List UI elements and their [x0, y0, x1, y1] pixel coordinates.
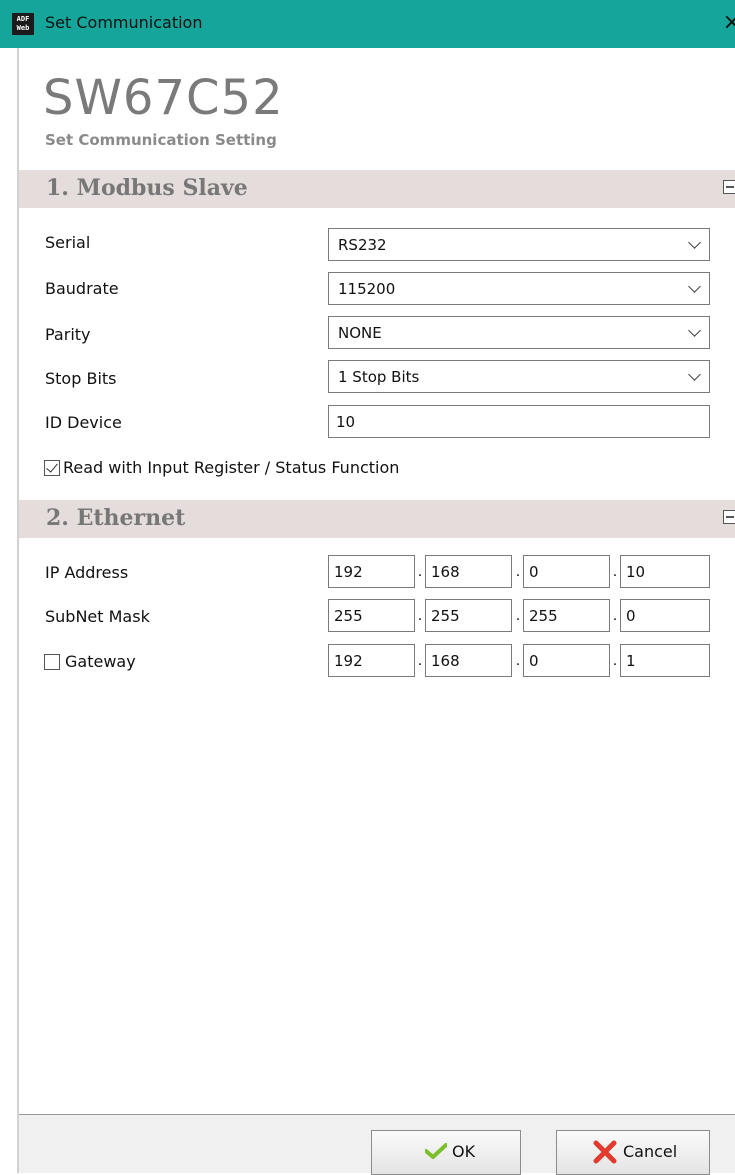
dialog-body: SW67C52 Set Communication Setting 1. Mod… — [17, 48, 735, 1175]
app-icon: ADF Web — [12, 13, 34, 35]
subnet-octet-3-value: 255 — [529, 607, 558, 625]
subnet-octet-2[interactable]: 255 — [425, 599, 512, 632]
gateway-dot-2: . — [515, 652, 521, 669]
id-device-label: ID Device — [45, 413, 122, 432]
subnet-dot-2: . — [515, 607, 521, 624]
subnet-octet-1[interactable]: 255 — [328, 599, 415, 632]
parity-label: Parity — [45, 325, 91, 344]
ip-octet-3[interactable]: 0 — [523, 555, 610, 588]
dialog-footer: OK Cancel — [19, 1114, 735, 1175]
product-title: SW67C52 — [43, 70, 284, 126]
subnet-label: SubNet Mask — [45, 607, 150, 626]
subnet-dot-1: . — [417, 607, 423, 624]
gateway-dot-3: . — [612, 652, 618, 669]
ip-dot-2: . — [515, 563, 521, 580]
section-ethernet-body: IP Address 192 . 168 . 0 . 10 SubNet Mas… — [19, 538, 735, 693]
close-icon[interactable]: × — [723, 10, 735, 35]
gateway-octet-1[interactable]: 192 — [328, 644, 415, 677]
id-device-input[interactable]: 10 — [328, 405, 710, 438]
ok-label: OK — [452, 1142, 476, 1161]
checkmark-icon — [425, 1143, 447, 1159]
baudrate-label: Baudrate — [45, 279, 119, 298]
subnet-octet-3[interactable]: 255 — [523, 599, 610, 632]
ip-octet-4[interactable]: 10 — [620, 555, 710, 588]
cancel-button[interactable]: Cancel — [556, 1130, 710, 1175]
serial-value: RS232 — [338, 236, 387, 254]
chevron-down-icon — [688, 368, 701, 381]
stop-bits-select[interactable]: 1 Stop Bits — [328, 360, 710, 393]
section-ethernet-title: 2. Ethernet — [46, 505, 186, 531]
ip-octet-4-value: 10 — [626, 563, 646, 581]
baudrate-value: 115200 — [338, 280, 396, 298]
gateway-octet-3[interactable]: 0 — [523, 644, 610, 677]
ip-octet-3-value: 0 — [529, 563, 539, 581]
cancel-label: Cancel — [623, 1142, 678, 1161]
subnet-octet-1-value: 255 — [334, 607, 363, 625]
page-header: SW67C52 Set Communication Setting — [19, 48, 735, 170]
parity-value: NONE — [338, 324, 382, 342]
section-ethernet-header[interactable]: 2. Ethernet — [19, 500, 735, 538]
section-modbus-body: Serial RS232 Baudrate 115200 Parity NONE… — [19, 208, 735, 505]
parity-select[interactable]: NONE — [328, 316, 710, 349]
stop-bits-value: 1 Stop Bits — [338, 368, 420, 386]
stop-bits-label: Stop Bits — [45, 369, 117, 388]
gateway-octet-2[interactable]: 168 — [425, 644, 512, 677]
ip-address-label: IP Address — [45, 563, 129, 582]
app-icon-line-1: ADF — [16, 15, 30, 23]
ip-octet-1[interactable]: 192 — [328, 555, 415, 588]
gateway-checkbox[interactable] — [44, 654, 60, 670]
gateway-label: Gateway — [65, 652, 136, 671]
gateway-dot-1: . — [417, 652, 423, 669]
subnet-octet-4[interactable]: 0 — [620, 599, 710, 632]
ip-octet-2-value: 168 — [431, 563, 460, 581]
title-bar: ADF Web Set Communication × — [0, 0, 735, 48]
gateway-octet-3-value: 0 — [529, 652, 539, 670]
ok-button[interactable]: OK — [371, 1130, 521, 1175]
ip-octet-2[interactable]: 168 — [425, 555, 512, 588]
chevron-down-icon — [688, 280, 701, 293]
cross-icon — [593, 1140, 617, 1164]
ip-dot-1: . — [417, 563, 423, 580]
chevron-down-icon — [688, 324, 701, 337]
page-subtitle: Set Communication Setting — [45, 131, 277, 149]
collapse-icon[interactable] — [723, 180, 735, 194]
ip-dot-3: . — [612, 563, 618, 580]
section-modbus-title: 1. Modbus Slave — [46, 175, 248, 201]
baudrate-select[interactable]: 115200 — [328, 272, 710, 305]
chevron-down-icon — [688, 236, 701, 249]
read-input-label: Read with Input Register / Status Functi… — [63, 458, 400, 477]
collapse-icon[interactable] — [723, 510, 735, 524]
read-input-checkbox[interactable] — [44, 460, 60, 476]
window-title: Set Communication — [45, 13, 203, 32]
gateway-octet-4[interactable]: 1 — [620, 644, 710, 677]
app-icon-line-2: Web — [16, 24, 30, 32]
gateway-octet-4-value: 1 — [626, 652, 636, 670]
subnet-octet-2-value: 255 — [431, 607, 460, 625]
subnet-dot-3: . — [612, 607, 618, 624]
id-device-value: 10 — [336, 413, 356, 431]
gateway-octet-2-value: 168 — [431, 652, 460, 670]
serial-select[interactable]: RS232 — [328, 228, 710, 261]
gateway-octet-1-value: 192 — [334, 652, 363, 670]
subnet-octet-4-value: 0 — [626, 607, 636, 625]
serial-label: Serial — [45, 233, 91, 252]
section-modbus-header[interactable]: 1. Modbus Slave — [19, 170, 735, 208]
ip-octet-1-value: 192 — [334, 563, 363, 581]
